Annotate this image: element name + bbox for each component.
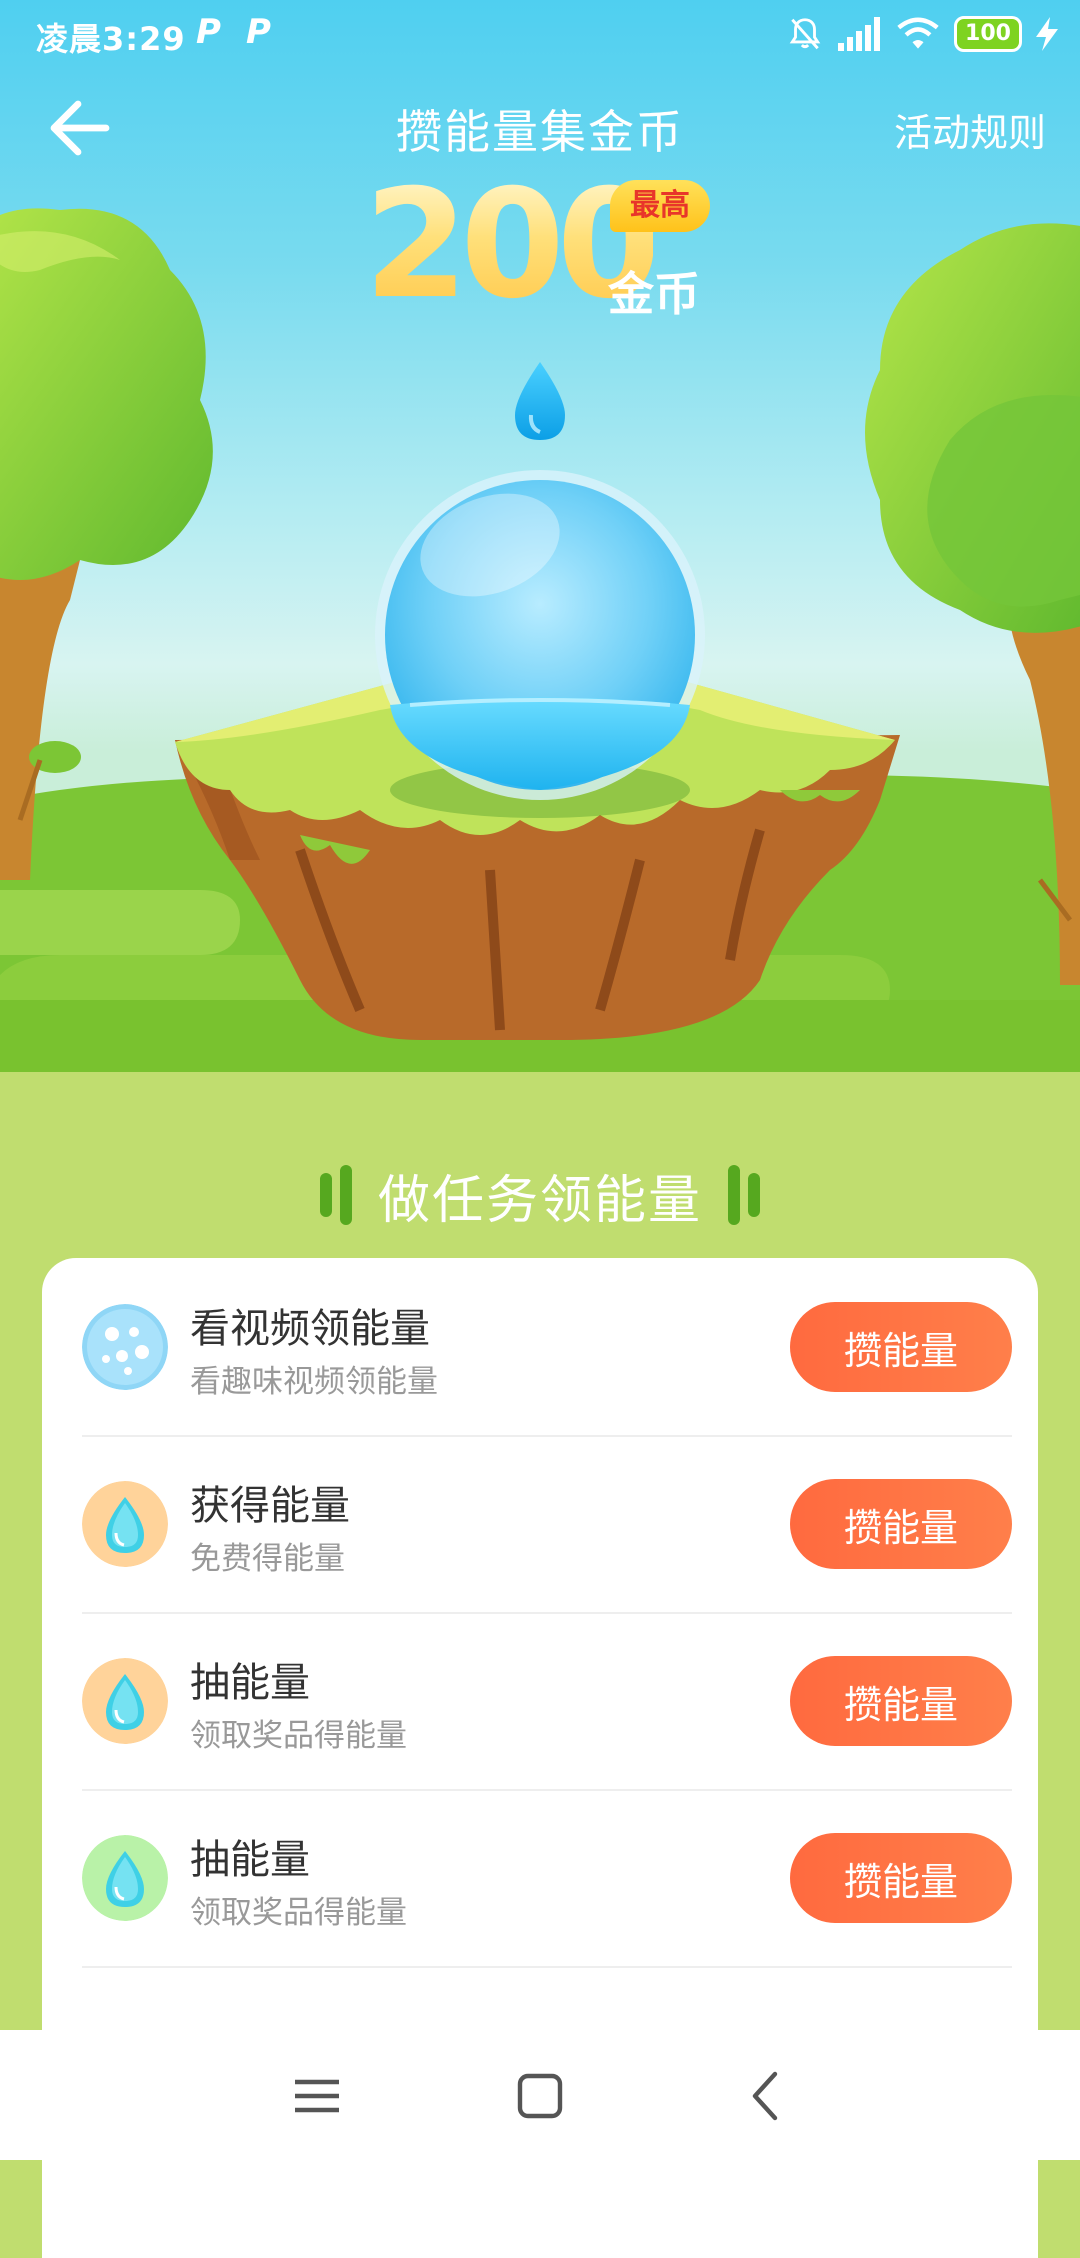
collect-energy-button[interactable]: 攒能量 — [790, 1302, 1012, 1392]
task-subtitle: 免费得能量 — [190, 1541, 345, 1577]
task-title: 抽能量 — [190, 1660, 310, 1706]
signal-icon — [838, 17, 880, 51]
notification-p-icon: P — [246, 12, 271, 52]
status-time: 凌晨3:29 — [36, 20, 186, 58]
collect-energy-button[interactable]: 攒能量 — [790, 1656, 1012, 1746]
activity-rules-link[interactable]: 活动规则 — [894, 102, 1046, 157]
notification-p-icon: P — [196, 12, 221, 52]
title-decoration-right — [728, 1165, 760, 1225]
title-decoration-left — [319, 1165, 352, 1225]
task-row: 抽能量 领取奖品得能量 攒能量 — [82, 1612, 1012, 1791]
bubbles-icon — [82, 1304, 168, 1390]
hero-banner: 凌晨3:29 P P 100 攒能量集金币 活动规则 200 最高 金币 — [0, 0, 1080, 1072]
water-drop-icon — [82, 1658, 168, 1744]
max-badge: 最高 — [610, 180, 710, 232]
section-title: 做任务领能量 — [377, 1170, 702, 1231]
status-icons: 100 — [786, 12, 1058, 56]
bell-muted-icon — [789, 18, 821, 50]
system-navigation-bar — [0, 2030, 1080, 2160]
task-title: 获得能量 — [190, 1483, 350, 1529]
task-subtitle: 领取奖品得能量 — [190, 1895, 407, 1931]
back-icon[interactable] — [737, 2066, 797, 2126]
home-icon[interactable] — [510, 2066, 570, 2126]
collect-energy-button[interactable]: 攒能量 — [790, 1833, 1012, 1923]
task-title: 看视频领能量 — [190, 1306, 430, 1352]
charging-icon — [1036, 17, 1058, 51]
collect-energy-button[interactable]: 攒能量 — [790, 1479, 1012, 1569]
task-subtitle: 领取奖品得能量 — [190, 1718, 407, 1754]
water-drop-icon — [82, 1835, 168, 1921]
section-header: 做任务领能量 — [0, 1160, 1080, 1231]
wifi-icon — [897, 17, 939, 49]
battery-icon: 100 — [954, 16, 1022, 52]
menu-icon[interactable] — [287, 2066, 347, 2126]
status-bar: 凌晨3:29 P P 100 — [0, 0, 1080, 70]
task-row: 看视频领能量 看趣味视频领能量 攒能量 — [82, 1258, 1012, 1437]
reward-unit: 金币 — [608, 267, 700, 321]
water-drop-icon — [82, 1481, 168, 1567]
task-row: 获得能量 免费得能量 攒能量 — [82, 1435, 1012, 1614]
task-subtitle: 看趣味视频领能量 — [190, 1364, 438, 1400]
task-title: 抽能量 — [190, 1837, 310, 1883]
task-row: 抽能量 领取奖品得能量 攒能量 — [82, 1789, 1012, 1968]
